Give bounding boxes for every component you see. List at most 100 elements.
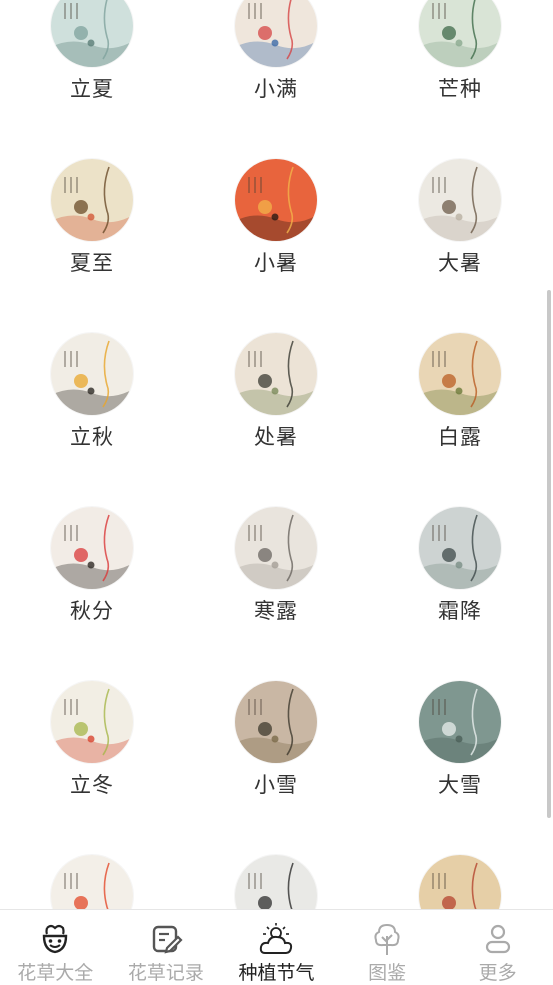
solar-term-name: 小满 xyxy=(254,77,298,101)
solar-term-card[interactable]: 立夏 xyxy=(0,0,184,159)
solar-term-card[interactable]: 处暑 xyxy=(184,333,368,507)
painting-motif xyxy=(455,213,463,221)
solar-term-card[interactable]: 秋分 xyxy=(0,507,184,681)
solar-term-name: 立冬 xyxy=(70,773,114,797)
painting-motif xyxy=(74,374,88,388)
solar-term-painting xyxy=(51,159,133,241)
painting-motif xyxy=(442,200,456,214)
solar-term-name: 小雪 xyxy=(254,773,298,797)
solar-term-card[interactable]: 寒露 xyxy=(184,507,368,681)
solar-term-painting xyxy=(235,681,317,763)
painting-motif xyxy=(87,387,95,395)
edit-note-icon xyxy=(152,925,183,954)
solar-term-card[interactable]: 冬至 xyxy=(0,855,184,910)
solar-term-name: 处暑 xyxy=(254,425,298,449)
tab-flower-encyclopedia[interactable]: 花草大全 xyxy=(0,910,111,985)
solar-term-painting xyxy=(235,855,317,910)
painting-motif xyxy=(442,374,456,388)
painting-motif xyxy=(258,26,272,40)
solar-term-name: 立秋 xyxy=(70,425,114,449)
painting-motif xyxy=(455,387,463,395)
painting-motif xyxy=(258,548,272,562)
solar-term-card[interactable]: 夏至 xyxy=(0,159,184,333)
solar-term-card[interactable]: 霜降 xyxy=(368,507,552,681)
solar-term-painting xyxy=(419,159,501,241)
tab-label: 种植节气 xyxy=(238,962,315,984)
solar-term-painting xyxy=(51,855,133,910)
painting-motif xyxy=(455,561,463,569)
solar-term-painting xyxy=(419,507,501,589)
painting-motif xyxy=(74,548,88,562)
solar-term-card[interactable]: 大雪 xyxy=(368,681,552,855)
solar-term-card[interactable]: 芒种 xyxy=(368,0,552,159)
solar-term-name: 大雪 xyxy=(438,773,482,797)
solar-term-painting xyxy=(419,681,501,763)
tab-label: 花草记录 xyxy=(127,962,204,984)
tab-flower-records[interactable]: 花草记录 xyxy=(111,910,222,985)
solar-term-painting xyxy=(419,333,501,415)
solar-term-painting xyxy=(419,855,501,910)
tab-illustrated-guide[interactable]: 图鉴 xyxy=(332,910,443,985)
painting-motif xyxy=(258,200,272,214)
solar-term-name: 立夏 xyxy=(70,77,114,101)
solar-term-card[interactable]: 白露 xyxy=(368,333,552,507)
tree-icon xyxy=(374,923,400,955)
painting-motif xyxy=(258,896,272,910)
painting-motif xyxy=(258,374,272,388)
tab-label: 图鉴 xyxy=(368,962,407,984)
solar-term-painting xyxy=(235,333,317,415)
solar-term-card[interactable]: 大寒 xyxy=(368,855,552,910)
solar-term-card[interactable]: 立冬 xyxy=(0,681,184,855)
solar-term-name: 夏至 xyxy=(70,251,114,275)
painting-motif xyxy=(87,561,95,569)
solar-term-name: 白露 xyxy=(438,425,482,449)
solar-term-card[interactable]: 小寒 xyxy=(184,855,368,910)
painting-background xyxy=(235,855,317,910)
painting-motif xyxy=(271,735,279,743)
painting-motif xyxy=(87,213,95,221)
bottom-tab-bar: 花草大全 花草记录 种植节气 图鉴 更多 xyxy=(0,909,553,985)
tab-planting-solar-terms[interactable]: 种植节气 xyxy=(221,910,332,985)
solar-term-painting xyxy=(419,0,501,67)
solar-term-name: 芒种 xyxy=(438,77,482,101)
solar-term-card[interactable]: 小雪 xyxy=(184,681,368,855)
solar-term-name: 小暑 xyxy=(254,251,298,275)
painting-background xyxy=(51,855,133,910)
painting-motif xyxy=(74,896,88,910)
painting-motif xyxy=(455,735,463,743)
solar-term-painting xyxy=(51,507,133,589)
painting-motif xyxy=(74,722,88,736)
solar-term-card[interactable]: 大暑 xyxy=(368,159,552,333)
solar-term-name: 霜降 xyxy=(438,599,482,623)
painting-motif xyxy=(74,200,88,214)
solar-term-name: 寒露 xyxy=(254,599,298,623)
scrollbar[interactable] xyxy=(547,290,551,818)
painting-motif xyxy=(442,722,456,736)
solar-term-painting xyxy=(51,0,133,67)
painting-motif xyxy=(87,735,95,743)
painting-motif xyxy=(442,548,456,562)
painting-motif xyxy=(258,722,272,736)
tab-more[interactable]: 更多 xyxy=(442,910,553,985)
painting-motif xyxy=(271,39,279,47)
tab-label: 更多 xyxy=(478,962,517,984)
sun-cloud-icon xyxy=(260,923,293,954)
solar-term-name: 秋分 xyxy=(70,599,114,623)
painting-motif xyxy=(271,387,279,395)
person-icon xyxy=(485,924,510,954)
solar-term-painting xyxy=(235,159,317,241)
solar-term-painting xyxy=(51,333,133,415)
flower-face-icon xyxy=(43,924,68,954)
painting-background xyxy=(419,855,501,910)
painting-motif xyxy=(455,39,463,47)
solar-term-card[interactable]: 立秋 xyxy=(0,333,184,507)
painting-motif xyxy=(271,561,279,569)
solar-term-card[interactable]: 小暑 xyxy=(184,159,368,333)
solar-term-name: 大暑 xyxy=(438,251,482,275)
painting-motif xyxy=(271,213,279,221)
solar-term-painting xyxy=(235,0,317,67)
painting-motif xyxy=(87,39,95,47)
painting-motif xyxy=(442,896,456,910)
solar-term-card[interactable]: 小满 xyxy=(184,0,368,159)
tab-label: 花草大全 xyxy=(17,962,94,984)
